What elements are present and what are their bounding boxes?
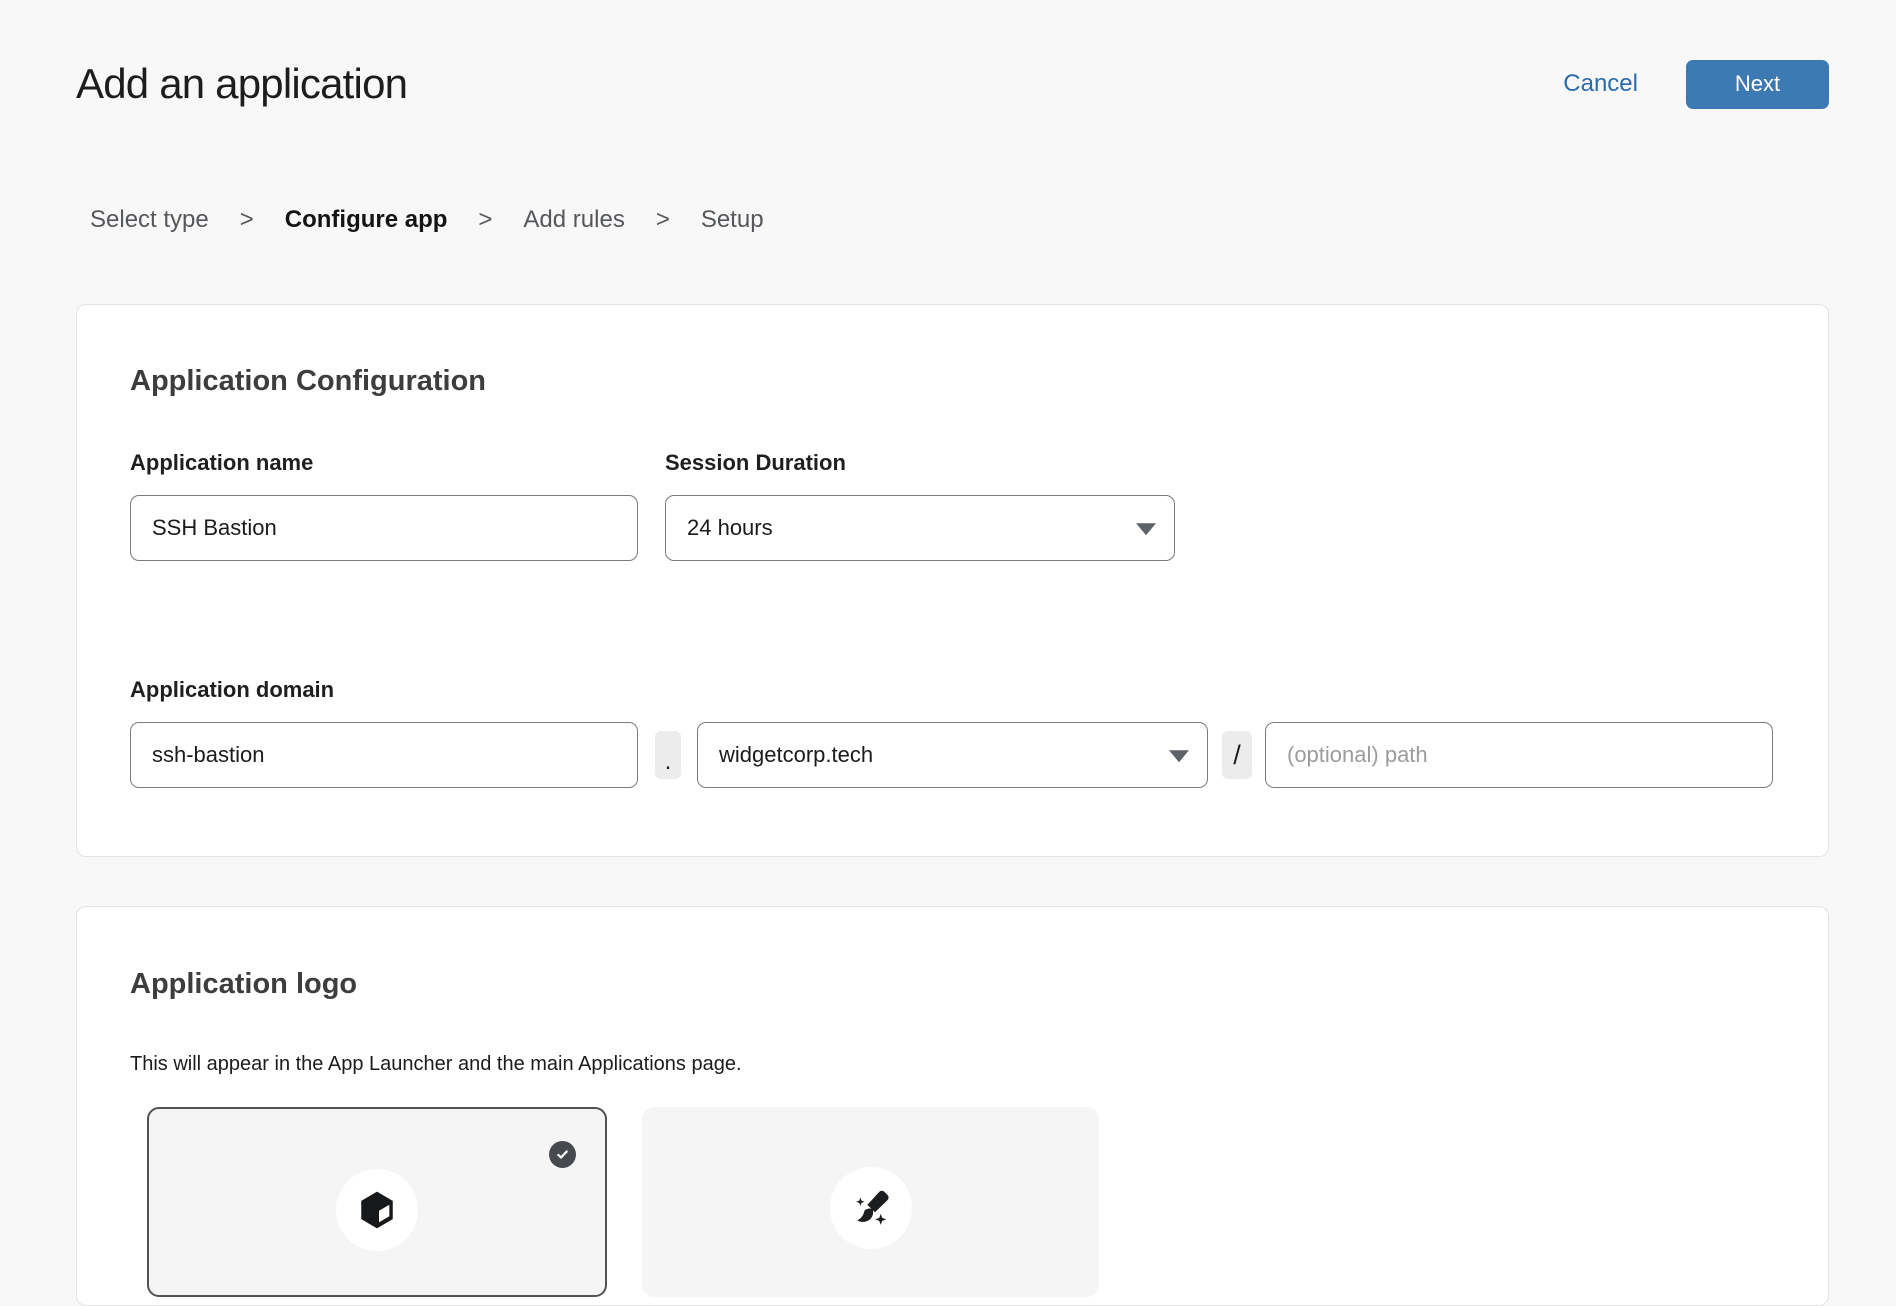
session-duration-select[interactable]: 24 hours (665, 495, 1175, 561)
chevron-down-icon (1169, 750, 1189, 762)
logo-option-custom[interactable] (642, 1107, 1099, 1297)
logo-option-default[interactable] (147, 1107, 607, 1297)
logo-card-description: This will appear in the App Launcher and… (130, 1052, 1775, 1076)
slash-separator: / (1222, 731, 1252, 779)
cancel-button[interactable]: Cancel (1563, 70, 1638, 98)
application-domain-field-group: Application domain . widgetcorp.tech / (130, 677, 1775, 788)
paintbrush-icon (849, 1186, 893, 1230)
config-card-heading: Application Configuration (130, 364, 1775, 399)
session-duration-label: Session Duration (665, 450, 1175, 476)
application-name-input[interactable] (130, 495, 638, 561)
step-configure-app[interactable]: Configure app (285, 205, 448, 234)
application-configuration-card: Application Configuration Application na… (76, 304, 1829, 857)
default-logo-circle (336, 1169, 418, 1251)
subdomain-input[interactable] (130, 722, 638, 788)
logo-card-heading: Application logo (130, 967, 1775, 1002)
step-separator: > (240, 205, 254, 234)
cube-icon (356, 1188, 398, 1232)
domain-select[interactable]: widgetcorp.tech (697, 722, 1208, 788)
session-duration-value: 24 hours (687, 515, 773, 541)
chevron-down-icon (1136, 523, 1156, 535)
top-bar: Add an application Cancel Next (0, 0, 1896, 110)
custom-logo-circle (830, 1167, 912, 1249)
step-separator: > (656, 205, 670, 234)
application-logo-card: Application logo This will appear in the… (76, 906, 1829, 1306)
application-domain-label: Application domain (130, 677, 1775, 703)
path-input[interactable] (1265, 722, 1773, 788)
logo-options (147, 1107, 1775, 1297)
application-name-label: Application name (130, 450, 638, 476)
application-name-field-group: Application name (130, 450, 638, 561)
session-duration-field-group: Session Duration 24 hours (665, 450, 1175, 561)
wizard-steps: Select type > Configure app > Add rules … (90, 205, 1896, 234)
dot-separator: . (655, 731, 681, 779)
next-button[interactable]: Next (1686, 60, 1829, 109)
domain-value: widgetcorp.tech (719, 742, 873, 768)
topbar-actions: Cancel Next (1563, 60, 1829, 109)
page-title: Add an application (76, 58, 407, 110)
step-select-type[interactable]: Select type (90, 205, 209, 234)
step-separator: > (478, 205, 492, 234)
name-duration-row: Application name Session Duration 24 hou… (130, 450, 1775, 561)
step-add-rules[interactable]: Add rules (523, 205, 624, 234)
step-setup[interactable]: Setup (701, 205, 764, 234)
application-domain-row: . widgetcorp.tech / (130, 722, 1775, 788)
check-icon (549, 1141, 576, 1168)
